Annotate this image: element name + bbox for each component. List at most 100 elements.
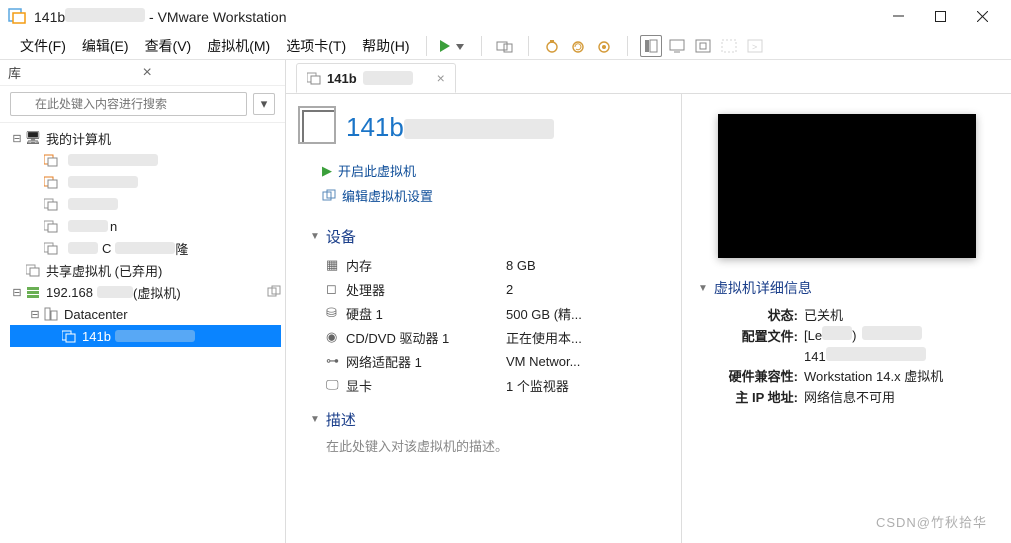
menu-file[interactable]: 文件(F)	[12, 33, 74, 59]
main-pane: 141b × 141b ▶开启此虚拟机 编辑虚拟机设置 ▼设备 ▦内存8 GB …	[286, 60, 1011, 543]
tree-datacenter[interactable]: ⊟Datacenter	[10, 303, 281, 325]
vm-off-icon	[42, 241, 60, 255]
window-title: 141b - VMware Workstation	[34, 8, 877, 25]
search-wrap: 🔍 ▾	[0, 86, 285, 122]
library-tree: ⊟🖥我的计算机 n C隆 共享虚拟机 (已弃用) ⊟192.168(虚拟机) ⊟…	[0, 122, 285, 543]
play-icon: ▶	[322, 163, 332, 179]
shared-icon	[24, 263, 42, 277]
obscured-text	[862, 326, 922, 340]
device-cd[interactable]: ◉CD/DVD 驱动器 1正在使用本...	[326, 325, 665, 349]
vm-big-icon	[302, 110, 336, 144]
tree-server[interactable]: ⊟192.168(虚拟机)	[10, 281, 281, 303]
library-header: 库 ×	[0, 60, 285, 86]
vm-off-icon	[60, 329, 78, 343]
description-placeholder[interactable]: 在此处键入对该虚拟机的描述。	[302, 436, 665, 455]
minimize-button[interactable]	[877, 1, 919, 31]
details-header[interactable]: ▼虚拟机详细信息	[698, 278, 812, 298]
view-unity-icon[interactable]	[718, 35, 740, 57]
tree-vm-item[interactable]	[10, 193, 281, 215]
play-button[interactable]	[435, 35, 469, 57]
device-nic[interactable]: ⊶网络适配器 1VM Networ...	[326, 349, 665, 373]
obscured-text	[68, 242, 98, 254]
device-hdd[interactable]: ⛁硬盘 1500 GB (精...	[326, 301, 665, 325]
description-header[interactable]: ▼描述	[302, 397, 665, 436]
detail-ip: 主 IP 地址:网络信息不可用	[698, 386, 995, 407]
clone-icon	[267, 285, 281, 299]
view-stretch-icon[interactable]: >	[744, 35, 766, 57]
snapshot-revert-icon[interactable]	[567, 35, 589, 57]
menubar: 文件(F) 编辑(E) 查看(V) 虚拟机(M) 选项卡(T) 帮助(H) >	[0, 32, 1011, 60]
device-memory[interactable]: ▦内存8 GB	[326, 253, 665, 277]
tree-vm-item[interactable]	[10, 171, 281, 193]
app-icon	[8, 7, 26, 25]
vm-off-icon	[42, 219, 60, 233]
svg-text:>: >	[752, 42, 757, 52]
cd-icon: ◉	[326, 329, 346, 345]
device-cpu[interactable]: ◻处理器2	[326, 277, 665, 301]
obscured-text	[363, 71, 413, 85]
window-title-prefix: 141b	[34, 9, 65, 25]
close-icon[interactable]: ×	[143, 64, 278, 82]
menu-tabs[interactable]: 选项卡(T)	[278, 33, 354, 59]
obscured-text	[68, 176, 138, 188]
display-icon: 🖵	[326, 377, 346, 393]
devices-header[interactable]: ▼设备	[302, 214, 665, 253]
view-fullscreen-icon[interactable]	[692, 35, 714, 57]
detail-compat: 硬件兼容性:Workstation 14.x 虚拟机	[698, 365, 995, 386]
power-on-button[interactable]: ▶开启此虚拟机	[322, 158, 665, 183]
detail-config: 配置文件:[Le)	[698, 325, 995, 346]
vm-summary: 141b ▶开启此虚拟机 编辑虚拟机设置 ▼设备 ▦内存8 GB ◻处理器2 ⛁…	[286, 94, 681, 543]
obscured-text	[826, 347, 926, 361]
vm-thumbnail[interactable]	[718, 114, 976, 258]
obscured-text	[115, 242, 175, 254]
memory-icon: ▦	[326, 257, 346, 273]
search-input[interactable]	[10, 92, 247, 116]
titlebar: 141b - VMware Workstation	[0, 0, 1011, 32]
server-icon	[24, 285, 42, 299]
snapshot-take-icon[interactable]	[541, 35, 563, 57]
tree-vm-item[interactable]	[10, 149, 281, 171]
maximize-button[interactable]	[919, 1, 961, 31]
tree-shared-vms[interactable]: 共享虚拟机 (已弃用)	[10, 259, 281, 281]
tree-selected-vm[interactable]: 141b	[10, 325, 281, 347]
obscured-text	[68, 198, 118, 210]
toolbar-separator	[528, 36, 529, 56]
close-button[interactable]	[961, 1, 1003, 31]
obscured-text	[97, 286, 133, 298]
menu-vm[interactable]: 虚拟机(M)	[199, 33, 278, 59]
toolbar: >	[435, 35, 766, 57]
tabbar: 141b ×	[286, 60, 1011, 94]
toolbar-separator	[481, 36, 482, 56]
detail-state: 状态:已关机	[698, 304, 995, 325]
scroll-up-button[interactable]	[667, 98, 679, 112]
datacenter-icon	[42, 307, 60, 321]
details-table: 状态:已关机 配置文件:[Le) 141 硬件兼容性:Workstation 1…	[698, 304, 995, 407]
view-console-icon[interactable]	[666, 35, 688, 57]
snapshot-manage-icon[interactable]	[593, 35, 615, 57]
toolbar-separator	[426, 36, 427, 56]
collapse-icon: ▼	[310, 231, 320, 242]
device-display[interactable]: 🖵显卡1 个监视器	[326, 373, 665, 397]
tab-label: 141b	[327, 71, 357, 86]
vm-name: 141b	[346, 112, 554, 143]
library-sidebar: 库 × 🔍 ▾ ⊟🖥我的计算机 n C隆 共享虚拟机 (已弃用) ⊟192.16…	[0, 60, 286, 543]
menu-view[interactable]: 查看(V)	[137, 33, 200, 59]
obscured-text	[68, 220, 108, 232]
vm-title-row: 141b	[302, 102, 665, 152]
tree-vm-item[interactable]: n	[10, 215, 281, 237]
menu-help[interactable]: 帮助(H)	[354, 33, 417, 59]
search-dropdown-button[interactable]: ▾	[253, 93, 275, 115]
edit-settings-button[interactable]: 编辑虚拟机设置	[322, 183, 665, 208]
tab-close-button[interactable]: ×	[437, 70, 445, 86]
detail-config2: 141	[698, 346, 995, 365]
tree-vm-item[interactable]: C隆	[10, 237, 281, 259]
vm-icon	[42, 175, 60, 189]
tab-vm[interactable]: 141b ×	[296, 63, 456, 93]
screenshot-icon[interactable]	[494, 35, 516, 57]
obscured-text	[68, 154, 158, 166]
collapse-icon: ▼	[310, 414, 320, 425]
tree-my-computer[interactable]: ⊟🖥我的计算机	[10, 127, 281, 149]
vm-actions: ▶开启此虚拟机 编辑虚拟机设置	[302, 152, 665, 214]
view-single-icon[interactable]	[640, 35, 662, 57]
menu-edit[interactable]: 编辑(E)	[74, 33, 137, 59]
